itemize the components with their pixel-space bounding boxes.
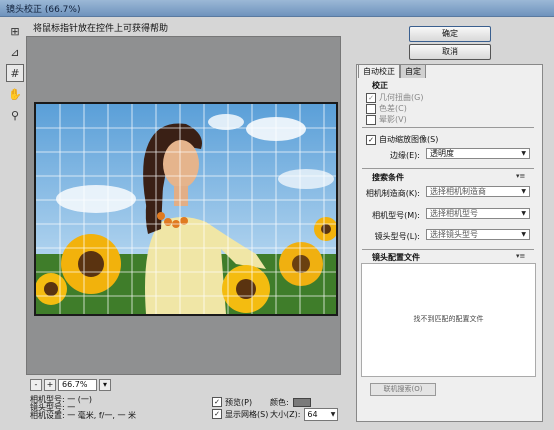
size-label: 大小(Z): — [270, 410, 301, 419]
tool-palette: ⊞ ⊿ # ✋ ⚲ — [6, 22, 24, 127]
window-title: 镜头校正 (66.7%) — [6, 5, 81, 15]
edge-value: 透明度 — [430, 149, 454, 158]
zoom-control: - + 66.7% ▾ — [30, 379, 111, 391]
grid-size-row: 大小(Z): 64 ▼ — [270, 408, 339, 421]
search-title: 搜索条件 — [372, 173, 404, 182]
preview-checkbox[interactable]: ✓ — [212, 397, 222, 407]
model-label: 相机型号(M): — [372, 211, 420, 220]
zoom-in-button[interactable]: + — [44, 379, 56, 391]
chevron-down-icon: ▼ — [521, 210, 526, 217]
divider — [362, 249, 534, 250]
profiles-title: 镜头配置文件 — [372, 253, 420, 262]
profiles-menu-icon[interactable]: ▾≡ — [516, 252, 525, 260]
title-bar: 镜头校正 (66.7%) — [0, 0, 554, 17]
color-label: 颜色: — [270, 398, 289, 407]
ca-label: 色差(C) — [379, 104, 407, 113]
tab-auto-correction[interactable]: 自动校正 — [358, 64, 400, 78]
lens-model-value: 选择镜头型号 — [430, 230, 478, 239]
grid-color-row: 颜色: — [270, 397, 311, 408]
camera-make-value: 选择相机制造商 — [430, 187, 486, 196]
chevron-down-icon: ▼ — [330, 411, 336, 418]
camera-info: 相机型号: 一 (一) 镜头型号: 一 相机设置: 一 毫米, f/一, 一 米 — [30, 396, 136, 420]
lens-model-select[interactable]: 选择镜头型号 ▼ — [426, 229, 530, 240]
grid-checkbox-row[interactable]: ✓ 显示网格(S) — [212, 408, 268, 420]
search-menu-icon[interactable]: ▾≡ — [516, 172, 525, 180]
make-label: 相机制造商(K): — [365, 189, 420, 198]
vignette-checkbox[interactable] — [366, 114, 376, 125]
preview-image — [34, 102, 338, 316]
camera-settings-text: 相机设置: 一 毫米, f/一, 一 米 — [30, 411, 137, 420]
geometric-row[interactable]: ✓ 几何扭曲(G) — [366, 92, 423, 103]
zoom-dropdown-icon[interactable]: ▾ — [99, 379, 111, 391]
auto-scale-checkbox[interactable]: ✓ — [366, 134, 376, 145]
remove-distortion-icon[interactable]: ⊞ — [6, 22, 24, 40]
camera-model-select[interactable]: 选择相机型号 ▼ — [426, 208, 530, 219]
edge-label: 边缘(E): — [390, 151, 420, 160]
camera-model-value: 选择相机型号 — [430, 209, 478, 218]
preview-checkbox-row[interactable]: ✓ 预览(P) — [212, 396, 268, 408]
grid-icon[interactable]: # — [6, 64, 24, 82]
no-profiles-text: 找不到匹配的配置文件 — [413, 315, 484, 323]
grid-size-select[interactable]: 64 ▼ — [304, 408, 339, 421]
view-options: ✓ 预览(P) ✓ 显示网格(S) — [212, 396, 268, 420]
chevron-down-icon: ▼ — [521, 231, 526, 238]
ca-checkbox[interactable] — [366, 103, 376, 114]
divider — [362, 168, 534, 169]
settings-tabs: 自动校正 自定 — [358, 64, 426, 78]
vignette-row[interactable]: 晕影(V) — [366, 114, 407, 125]
profiles-list[interactable]: 找不到匹配的配置文件 — [361, 263, 536, 377]
tab-custom[interactable]: 自定 — [400, 64, 426, 78]
hand-icon[interactable]: ✋ — [6, 85, 24, 103]
zoom-icon[interactable]: ⚲ — [6, 106, 24, 124]
grid-color-swatch[interactable] — [292, 398, 311, 407]
geometric-checkbox[interactable]: ✓ — [366, 92, 376, 103]
online-search-button[interactable]: 联机搜索(O) — [370, 383, 436, 396]
preview-label: 预览(P) — [225, 397, 253, 407]
grid-size-value: 64 — [307, 410, 318, 419]
chevron-down-icon: ▼ — [521, 150, 526, 157]
vignette-label: 晕影(V) — [379, 115, 407, 124]
edge-select[interactable]: 透明度 ▼ — [426, 148, 530, 159]
help-hint: 将鼠标指针放在控件上可获得帮助 — [33, 24, 169, 34]
ok-button[interactable]: 确定 — [409, 26, 491, 42]
zoom-out-button[interactable]: - — [30, 379, 42, 391]
ca-row[interactable]: 色差(C) — [366, 103, 407, 114]
divider — [362, 127, 534, 128]
straighten-icon[interactable]: ⊿ — [6, 43, 24, 61]
geometric-label: 几何扭曲(G) — [379, 93, 424, 102]
lens-label: 镜头型号(L): — [374, 232, 420, 241]
camera-make-select[interactable]: 选择相机制造商 ▼ — [426, 186, 530, 197]
chevron-down-icon: ▼ — [521, 188, 526, 195]
show-grid-label: 显示网格(S) — [225, 409, 269, 419]
zoom-level[interactable]: 66.7% — [58, 379, 97, 391]
auto-scale-label: 自动缩放图像(S) — [379, 135, 439, 144]
show-grid-checkbox[interactable]: ✓ — [212, 409, 222, 419]
correction-title: 校正 — [372, 81, 388, 90]
cancel-button[interactable]: 取消 — [409, 44, 491, 60]
auto-scale-row[interactable]: ✓ 自动缩放图像(S) — [366, 134, 438, 145]
